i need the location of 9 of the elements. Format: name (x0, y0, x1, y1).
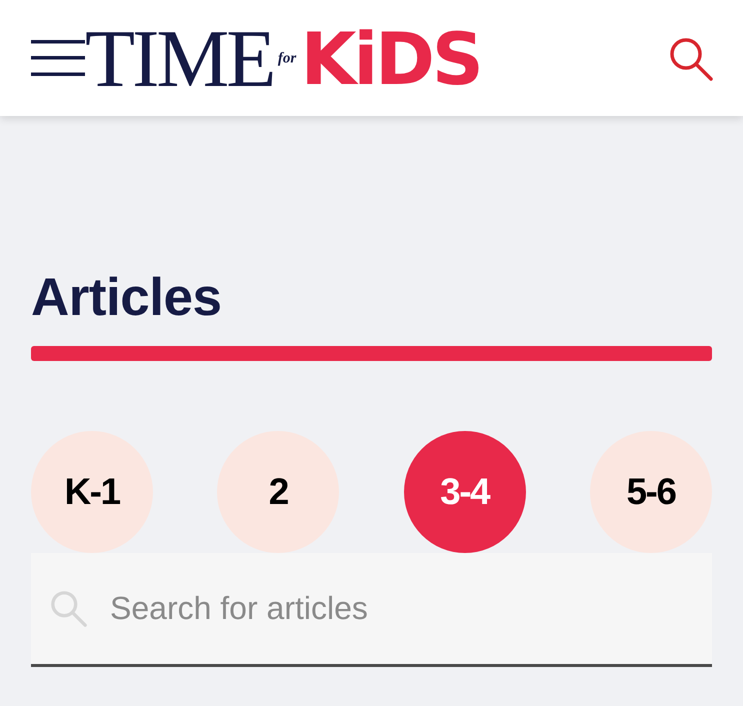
section-title: Articles (31, 271, 222, 324)
grade-tab[interactable]: 3-4 (404, 431, 526, 553)
search-icon (50, 589, 88, 629)
grade-tab[interactable]: 5-6 (590, 431, 712, 553)
grade-tab[interactable]: 2 (217, 431, 340, 553)
search-field[interactable]: Search for articles (31, 553, 712, 667)
menu-icon[interactable] (31, 40, 85, 76)
search-icon[interactable] (669, 37, 713, 81)
grade-tab[interactable]: K-1 (31, 431, 153, 553)
